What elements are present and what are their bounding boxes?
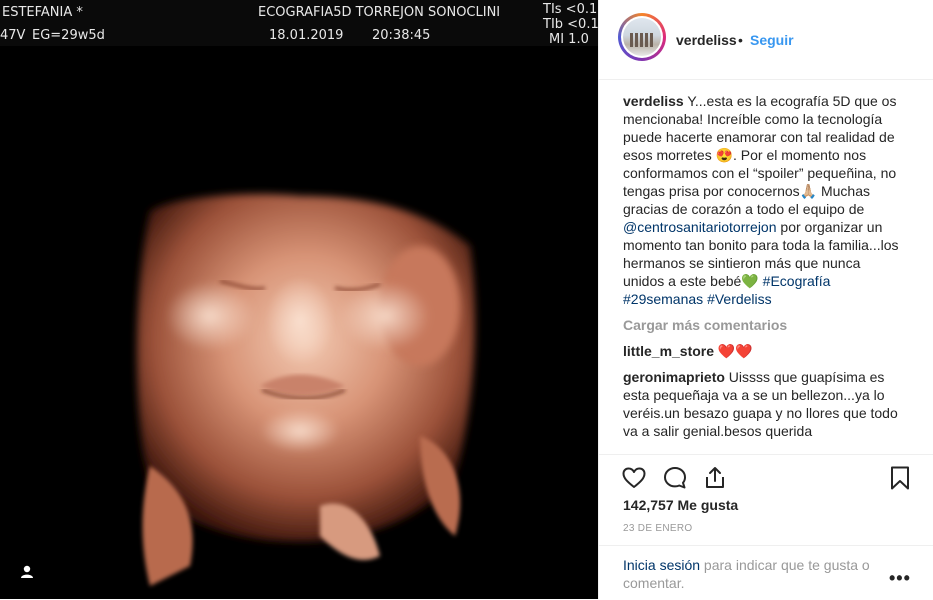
comments-list[interactable]: verdeliss Y...esta es la ecografía 5D qu… xyxy=(623,92,901,454)
us-mi: MI 1.0 xyxy=(549,32,589,47)
login-prompt: Inicia sesión para indicar que te gusta … xyxy=(599,545,933,600)
us-clinic: ECOGRAFIA5D TORREJON SONOCLINI xyxy=(258,5,501,20)
us-probe: 47V xyxy=(0,28,26,43)
comment-username[interactable]: geronimaprieto xyxy=(623,369,725,385)
green-heart-emoji: 💚 xyxy=(741,273,759,289)
more-options-icon[interactable]: ••• xyxy=(889,568,911,589)
us-date: 18.01.2019 xyxy=(269,28,344,43)
comment-username[interactable]: little_m_store xyxy=(623,343,714,359)
caption-mention[interactable]: @centrosanitariotorrejon xyxy=(623,219,777,235)
login-link[interactable]: Inicia sesión xyxy=(623,557,700,573)
avatar[interactable] xyxy=(618,13,666,61)
comment-item: geronimaprieto Uissss que guapísima es e… xyxy=(623,368,901,440)
header-separator: • xyxy=(738,32,743,48)
login-text: Inicia sesión para indicar que te gusta … xyxy=(623,556,893,592)
action-bar xyxy=(599,454,933,499)
us-tis: TIs <0.1 xyxy=(543,2,598,17)
caption-text-1: Y...esta es la ecografía 5D que os menci… xyxy=(623,93,897,217)
likes-count[interactable]: 142,757 Me gusta xyxy=(623,497,738,513)
us-patient: ESTEFANIA * xyxy=(2,5,83,20)
ultrasound-face-image xyxy=(0,46,598,599)
share-upload-icon[interactable] xyxy=(702,465,728,491)
avatar-inner xyxy=(621,16,663,58)
heart-outline-icon[interactable] xyxy=(621,465,647,491)
follow-button[interactable]: Seguir xyxy=(750,32,794,48)
hashtag-29semanas[interactable]: #29semanas xyxy=(623,291,703,307)
comment-item: little_m_store ❤️❤️ xyxy=(623,342,901,360)
comment-text: ❤️❤️ xyxy=(714,343,753,359)
post-media[interactable]: ESTEFANIA * ECOGRAFIA5D TORREJON SONOCLI… xyxy=(0,0,598,599)
caption-username[interactable]: verdeliss xyxy=(623,93,684,109)
post-date[interactable]: 23 DE ENERO xyxy=(623,523,692,534)
user-tag-icon[interactable] xyxy=(18,563,36,581)
us-tib: TIb <0.1 xyxy=(543,17,598,32)
header-username[interactable]: verdeliss xyxy=(676,32,737,48)
ultrasound-header: ESTEFANIA * ECOGRAFIA5D TORREJON SONOCLI… xyxy=(0,0,598,47)
us-gestational-age: EG=29w5d xyxy=(32,28,105,43)
post-sidebar: verdeliss • Seguir verdeliss Y...esta es… xyxy=(598,0,933,599)
us-time: 20:38:45 xyxy=(372,28,431,43)
speech-bubble-icon[interactable] xyxy=(662,465,688,491)
hashtag-ecografia[interactable]: #Ecografía xyxy=(763,273,831,289)
bookmark-icon[interactable] xyxy=(887,465,913,491)
hashtag-verdeliss[interactable]: #Verdeliss xyxy=(707,291,772,307)
post-header: verdeliss • Seguir xyxy=(599,0,933,80)
avatar-image xyxy=(623,18,661,56)
load-more-comments[interactable]: Cargar más comentarios xyxy=(623,316,901,334)
caption: verdeliss Y...esta es la ecografía 5D qu… xyxy=(623,92,901,308)
